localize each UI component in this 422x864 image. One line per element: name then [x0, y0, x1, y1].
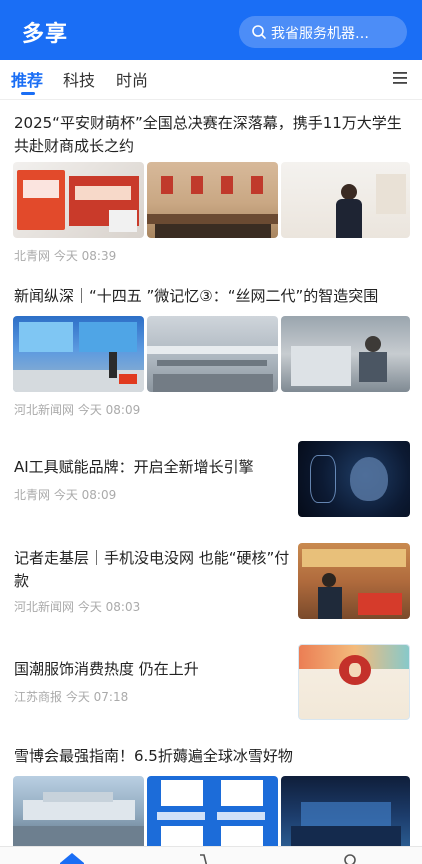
news-title: 新闻纵深｜“十四五 ”微记忆③：“丝网二代”的智造突围	[14, 287, 379, 305]
news-title: 记者走基层｜手机没电没网 也能“硬核”付款	[14, 549, 290, 590]
news-image	[281, 776, 410, 846]
news-image	[281, 316, 410, 392]
tab-tech[interactable]: 科技	[63, 67, 95, 91]
news-time: 今天 08:39	[53, 249, 117, 263]
tabs-divider	[0, 99, 422, 100]
cart-icon[interactable]	[199, 853, 223, 864]
news-source: 北青网	[14, 249, 51, 263]
user-icon[interactable]	[340, 853, 360, 864]
news-time: 今天 08:09	[53, 488, 117, 502]
news-image	[298, 644, 410, 720]
news-meta: 河北新闻网 今天 08:09	[14, 401, 140, 418]
search-placeholder: 我省服务机器…	[271, 26, 369, 42]
news-image	[13, 776, 144, 846]
news-image	[147, 162, 278, 238]
news-meta: 北青网 今天 08:09	[14, 486, 116, 503]
news-title: AI工具赋能品牌：开启全新增长引擎	[14, 458, 254, 476]
app-header: 多享 我省服务机器…	[0, 0, 422, 60]
news-title: 雪博会最强指南！6.5折薅遍全球冰雪好物	[14, 747, 293, 765]
app-logo: 多享	[22, 22, 69, 47]
news-source: 河北新闻网	[14, 403, 75, 417]
news-source: 北青网	[14, 488, 51, 502]
active-tab-indicator	[21, 92, 35, 95]
news-image	[147, 316, 278, 392]
category-tabs: 推荐 科技 时尚	[0, 60, 422, 100]
news-image	[13, 162, 144, 238]
news-image	[13, 316, 144, 392]
news-source: 河北新闻网	[14, 600, 75, 614]
menu-icon[interactable]	[393, 72, 407, 84]
bottom-nav	[0, 846, 422, 864]
news-meta: 北青网 今天 08:39	[14, 247, 116, 264]
news-meta: 河北新闻网 今天 08:03	[14, 598, 140, 615]
news-source: 江苏商报	[14, 690, 63, 704]
news-image	[298, 543, 410, 619]
news-title: 国潮服饰消费热度 仍在上升	[14, 660, 199, 678]
news-title: 2025“平安财萌杯”全国总决赛在深落幕，携手11万大学生共赴财商成长之约	[14, 114, 402, 155]
news-time: 今天 08:09	[77, 403, 141, 417]
news-meta: 江苏商报 今天 07:18	[14, 688, 128, 705]
news-image	[281, 162, 410, 238]
tab-recommend[interactable]: 推荐	[11, 67, 43, 91]
search-icon	[252, 25, 266, 39]
home-icon[interactable]	[60, 853, 84, 864]
news-time: 今天 07:18	[65, 690, 129, 704]
news-image	[147, 776, 278, 846]
search-box[interactable]: 我省服务机器…	[239, 16, 407, 48]
tab-fashion[interactable]: 时尚	[116, 67, 148, 91]
news-time: 今天 08:03	[77, 600, 141, 614]
news-image	[298, 441, 410, 517]
